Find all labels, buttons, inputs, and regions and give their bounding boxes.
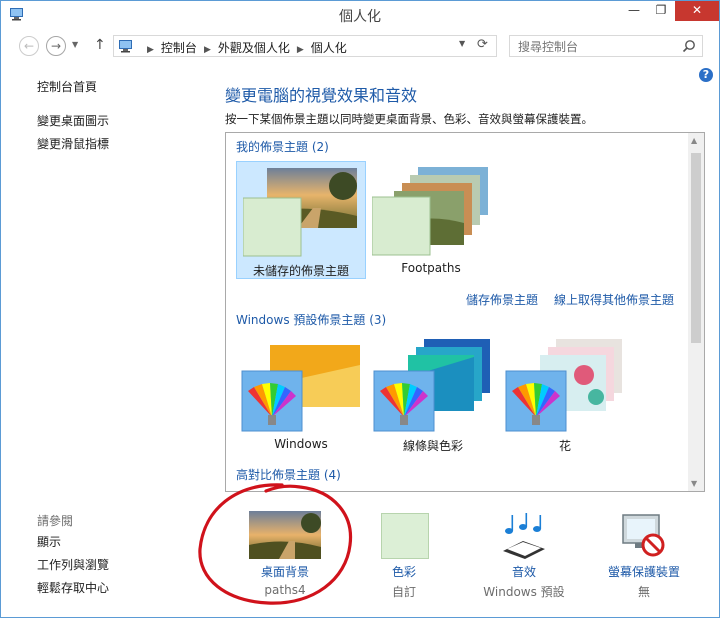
scroll-up-icon[interactable]: ▲ — [691, 136, 697, 145]
theme-lines-and-colors[interactable]: 線條與色彩 — [368, 333, 498, 453]
screen-saver-button[interactable]: 螢幕保護裝置 無 — [589, 509, 699, 609]
color-button[interactable]: 色彩 自訂 — [349, 509, 459, 609]
chevron-right-icon[interactable]: ▶ — [204, 45, 211, 55]
display-link[interactable]: 顯示 — [37, 533, 61, 550]
screen-saver-icon — [622, 514, 665, 557]
search-box[interactable] — [509, 35, 703, 57]
see-also-heading: 請參閱 — [37, 514, 74, 528]
save-theme-link[interactable]: 儲存佈景主題 — [466, 291, 538, 308]
theme-preview-image — [243, 168, 357, 257]
change-desktop-icons-link[interactable]: 變更桌面圖示 — [37, 112, 109, 129]
arrow-left-icon: ← — [23, 39, 35, 53]
chevron-down-icon[interactable]: ▼ — [459, 39, 465, 48]
desktop-background-label[interactable]: 桌面背景 — [230, 563, 340, 580]
page-description: 按一下某個佈景主題以同時變更桌面背景、色彩、音效與螢幕保護裝置。 — [225, 112, 593, 126]
theme-label: 線條與色彩 — [402, 439, 463, 453]
theme-label: Footpaths — [401, 261, 461, 275]
screen-saver-label[interactable]: 螢幕保護裝置 — [589, 563, 699, 580]
theme-flowers[interactable]: 花 — [500, 333, 630, 453]
theme-label: 未儲存的佈景主題 — [252, 264, 349, 278]
get-more-themes-link[interactable]: 線上取得其他佈景主題 — [554, 291, 674, 308]
desktop-background-value: paths4 — [264, 583, 306, 597]
maximize-button[interactable]: ❐ — [648, 1, 674, 21]
title-bar[interactable]: 個人化 — ❐ ✕ — [1, 1, 719, 29]
window-title: 個人化 — [339, 9, 381, 25]
screen-saver-value: 無 — [637, 585, 650, 599]
scroll-down-icon[interactable]: ▼ — [691, 479, 697, 488]
taskbar-navigation-link[interactable]: 工作列與瀏覽 — [37, 556, 109, 573]
theme-preview-image — [372, 167, 488, 256]
theme-label: Windows — [274, 437, 328, 451]
sounds-icon — [503, 513, 545, 559]
chevron-right-icon[interactable]: ▶ — [297, 45, 304, 55]
default-themes-heading: Windows 預設佈景主題 (3) — [236, 313, 387, 327]
color-label[interactable]: 色彩 — [349, 563, 459, 580]
forward-button[interactable]: → — [46, 36, 66, 56]
control-panel-icon — [119, 40, 132, 53]
arrow-right-icon: → — [50, 39, 62, 53]
chevron-right-icon: ▶ — [147, 45, 154, 55]
theme-preview-image — [373, 339, 490, 432]
desktop-background-thumbnail — [249, 511, 321, 559]
theme-list[interactable]: 我的佈景主題 (2) 未儲存的佈景主題 Footpaths 儲存佈景主題 線上取… — [225, 132, 705, 492]
color-swatch — [381, 513, 429, 559]
color-value: 自訂 — [391, 585, 416, 599]
back-button[interactable]: ← — [19, 36, 39, 56]
up-arrow-icon[interactable]: ↑ — [94, 37, 106, 53]
change-mouse-pointers-link[interactable]: 變更滑鼠指標 — [37, 135, 109, 152]
theme-windows[interactable]: Windows — [236, 333, 366, 451]
theme-preview-image — [505, 339, 622, 432]
page-title: 變更電腦的視覺效果和音效 — [225, 86, 418, 105]
personalization-window: 個人化 — ❐ ✕ ← → ▼ ↑ ▶ 控制台 ▶ 外觀及個人化 ▶ 個人化 ▼ ⟳ — [0, 0, 720, 618]
desktop-background-button[interactable]: 桌面背景 paths4 — [230, 509, 340, 609]
control-panel-home-link[interactable]: 控制台首頁 — [37, 78, 97, 95]
breadcrumb-item[interactable]: 控制台 — [161, 41, 197, 55]
minimize-button[interactable]: — — [621, 1, 647, 21]
theme-unsaved[interactable]: 未儲存的佈景主題 — [236, 161, 366, 279]
close-button[interactable]: ✕ — [675, 1, 719, 21]
refresh-icon[interactable]: ⟳ — [477, 37, 488, 52]
recent-locations-chevron-icon[interactable]: ▼ — [72, 40, 78, 49]
search-icon[interactable] — [682, 39, 696, 53]
ease-of-access-link[interactable]: 輕鬆存取中心 — [37, 579, 109, 596]
theme-preview-image — [241, 345, 360, 432]
sounds-label[interactable]: 音效 — [469, 563, 579, 580]
sounds-button[interactable]: 音效 Windows 預設 — [469, 509, 579, 609]
scrollbar-thumb[interactable] — [691, 153, 701, 343]
navigation-bar: ← → ▼ ↑ ▶ 控制台 ▶ 外觀及個人化 ▶ 個人化 ▼ ⟳ — [1, 31, 719, 61]
help-icon[interactable]: ? — [699, 68, 713, 82]
my-themes-heading: 我的佈景主題 (2) — [236, 140, 329, 154]
theme-list-scrollbar[interactable]: ▲ ▼ — [688, 133, 704, 491]
sounds-value: Windows 預設 — [483, 585, 565, 599]
address-bar[interactable]: ▶ 控制台 ▶ 外觀及個人化 ▶ 個人化 ▼ ⟳ — [113, 35, 497, 57]
breadcrumb: ▶ 控制台 ▶ 外觀及個人化 ▶ 個人化 — [140, 39, 347, 56]
theme-label: 花 — [558, 439, 571, 453]
breadcrumb-item[interactable]: 個人化 — [311, 41, 347, 55]
high-contrast-themes-heading: 高對比佈景主題 (4) — [236, 468, 341, 482]
breadcrumb-item[interactable]: 外觀及個人化 — [218, 41, 290, 55]
search-input[interactable] — [516, 38, 680, 56]
theme-footpaths[interactable]: Footpaths — [366, 161, 496, 279]
